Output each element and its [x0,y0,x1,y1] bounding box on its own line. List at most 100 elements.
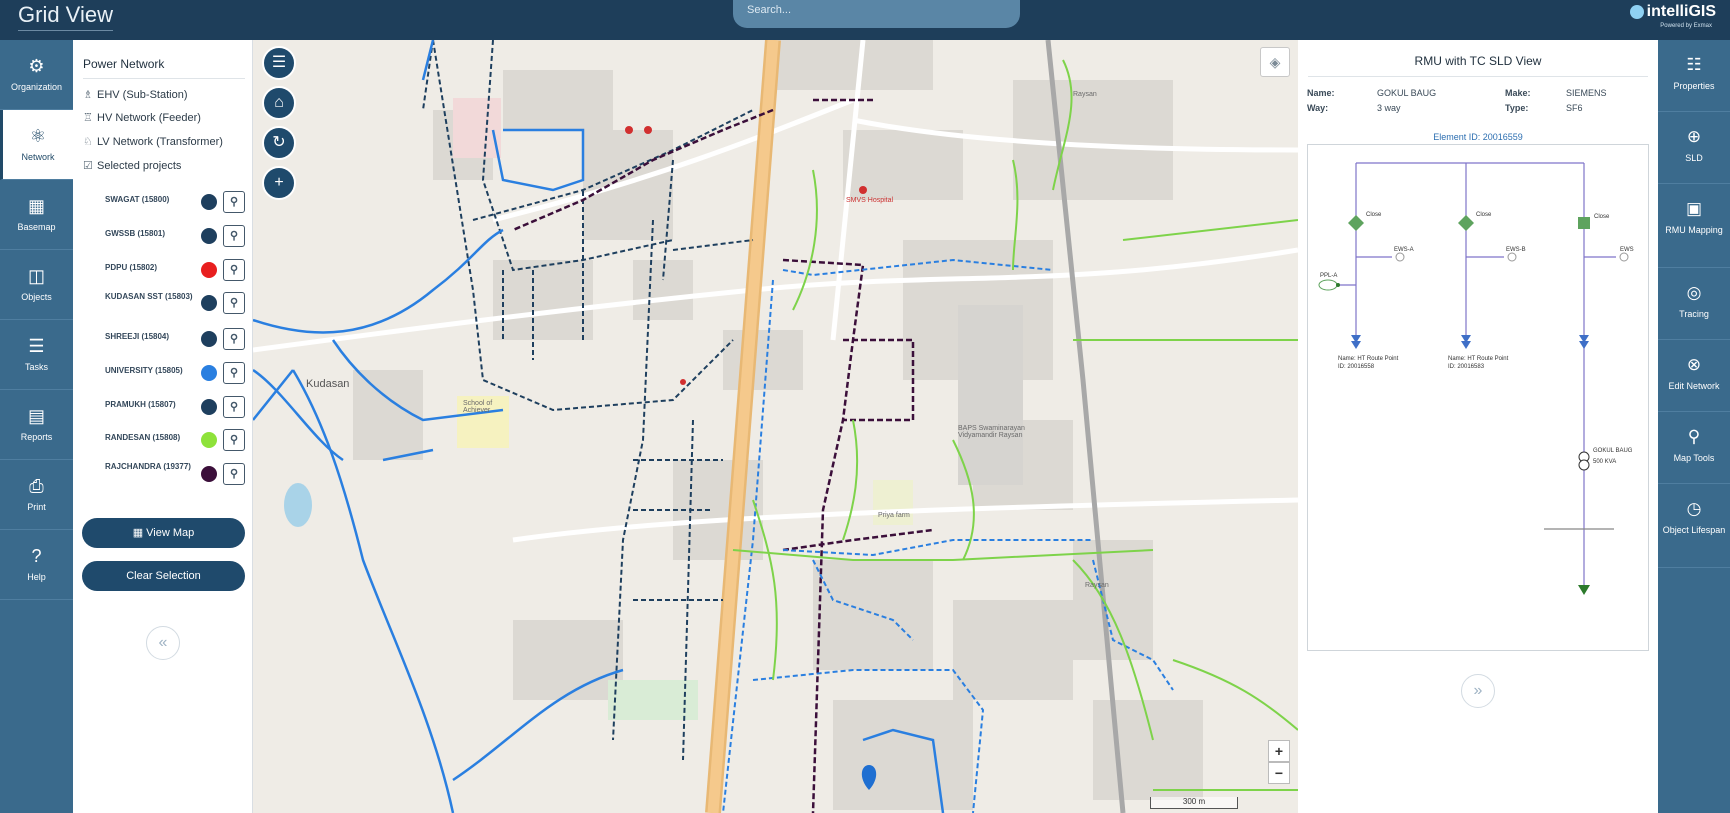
pond [284,483,312,527]
layer-lv[interactable]: ♘ LV Network (Transformer) [83,135,223,148]
field-name-value: GOKUL BAUG [1377,88,1437,98]
layer-selected-projects[interactable]: ☑ Selected projects [83,159,181,172]
search-input[interactable]: Search... [733,0,1020,28]
map-canvas[interactable]: Kudasan School of Achiever BAPS Swaminar… [253,40,1298,813]
nav-objects[interactable]: ◫ Objects [0,250,73,320]
tool-sld[interactable]: ⊕ SLD [1658,112,1730,184]
sld-switches [1318,215,1629,595]
tool-edit-network[interactable]: ⊗ Edit Network [1658,340,1730,412]
sld-label-ews-c: EWS [1620,247,1634,253]
sld-label-route-2-id: ID: 20016583 [1448,364,1485,370]
project-color-swatch[interactable] [201,295,217,311]
plus-icon: + [274,174,284,191]
sld-diagram[interactable]: Close Close Close EWS-A EWS-B EWS PPL-A … [1307,144,1649,651]
reports-icon: ▤ [27,406,45,426]
locate-pin-icon[interactable]: ⚲ [223,396,245,418]
panel-title: Power Network [83,57,165,71]
locate-pin-icon[interactable]: ⚲ [223,191,245,213]
tool-rmu-mapping[interactable]: ▣ RMU Mapping [1658,184,1730,268]
tool-properties[interactable]: ☷ Properties [1658,40,1730,112]
locate-pin-icon[interactable]: ⚲ [223,362,245,384]
app-title: Grid View [18,2,113,31]
ews-switch [1619,252,1629,262]
checkbox-icon[interactable]: ☑ [83,159,97,172]
project-name: RAJCHANDRA (19377) [105,462,191,471]
view-map-button[interactable]: ▦ View Map [82,518,245,548]
sld-label-transformer-name: GOKUL BAUG [1593,448,1633,454]
tool-tracing[interactable]: ◎ Tracing [1658,268,1730,340]
project-name: PRAMUKH (15807) [105,400,176,409]
properties-icon: ☷ [1686,55,1702,74]
layer-ehv[interactable]: ♗ EHV (Sub-Station) [83,88,187,101]
transformer-winding [1578,459,1590,471]
project-color-swatch[interactable] [201,432,217,448]
zoom-in-button[interactable]: + [1268,740,1290,762]
hospital-plot [453,98,501,158]
locate-pin-icon[interactable]: ⚲ [223,429,245,451]
locate-pin-icon[interactable]: ⚲ [223,463,245,485]
nav-organization[interactable]: ⚙ Organization [0,40,73,110]
locate-pin-icon[interactable]: ⚲ [223,259,245,281]
tool-label: SLD [1685,153,1703,163]
ground-arrow [1578,585,1590,595]
nav-label: Reports [20,432,53,442]
project-color-swatch[interactable] [201,466,217,482]
nav-label: Network [21,152,55,162]
map-home-button[interactable]: ⌂ [262,86,296,120]
sld-label-route-1-id: ID: 20016558 [1338,364,1375,370]
nav-reports[interactable]: ▤ Reports [0,390,73,460]
sld-svg [1318,162,1629,595]
tool-label: RMU Mapping [1665,225,1723,235]
project-color-swatch[interactable] [201,262,217,278]
double-chevron-right-icon: » [1473,682,1483,699]
brand-logo: intelliGIS [1629,3,1716,21]
map-label-raysan-1: Raysan [1073,91,1097,98]
layer-label: HV Network (Feeder) [97,112,201,124]
map-icon: ▦ [132,527,147,539]
tool-object-lifespan[interactable]: ◷ Object Lifespan [1658,484,1730,568]
nav-help[interactable]: ? Help [0,530,73,600]
layer-switcher-button[interactable]: ◈ [1260,47,1290,77]
field-way-key: Way: [1307,103,1329,113]
locate-pin-icon[interactable]: ⚲ [223,328,245,350]
nav-tasks[interactable]: ☰ Tasks [0,320,73,390]
sld-label-ppla: PPL-A [1320,273,1338,279]
clear-selection-button[interactable]: Clear Selection [82,561,245,591]
field-type-value: SF6 [1566,103,1583,113]
project-color-swatch[interactable] [201,331,217,347]
tool-label: Tracing [1679,309,1709,319]
project-color-swatch[interactable] [201,365,217,381]
map-label-raysan-2: Raysan [1085,582,1109,589]
baps-campus [958,305,1023,485]
nav-label: Basemap [17,222,56,232]
map-menu-button[interactable]: ☰ [262,46,296,80]
layer-hv[interactable]: ♖ HV Network (Feeder) [83,111,201,124]
nav-network[interactable]: ⚛ Network [0,110,73,180]
nav-label: Help [27,572,46,582]
tracing-icon: ◎ [1686,283,1702,302]
expand-panel-button[interactable]: » [1461,674,1495,708]
sld-panel: RMU with TC SLD View Name: GOKUL BAUG Ma… [1298,40,1658,813]
collapse-panel-button[interactable]: « [146,626,180,660]
divider [83,78,245,79]
map-label-school: School of Achiever [463,400,493,414]
project-color-swatch[interactable] [201,399,217,415]
locate-pin-icon[interactable]: ⚲ [223,225,245,247]
sld-label-route-1-name: Name: HT Route Point [1338,356,1399,362]
map-zoom-to-button[interactable]: + [262,166,296,200]
map-svg [253,40,1298,813]
map-refresh-button[interactable]: ↻ [262,126,296,160]
project-color-swatch[interactable] [201,228,217,244]
project-name: KUDASAN SST (15803) [105,292,193,301]
switch-diamond [1458,215,1474,231]
tool-map-tools[interactable]: ⚲ Map Tools [1658,412,1730,484]
nav-basemap[interactable]: ▦ Basemap [0,180,73,250]
tool-label: Properties [1673,81,1715,91]
zoom-out-button[interactable]: − [1268,762,1290,784]
project-color-swatch[interactable] [201,194,217,210]
layer-label: EHV (Sub-Station) [97,89,188,101]
brand-name: intelliGIS [1646,3,1716,20]
nav-print[interactable]: ⎙ Print [0,460,73,530]
substation-icon: ♗ [83,89,93,101]
locate-pin-icon[interactable]: ⚲ [223,292,245,314]
